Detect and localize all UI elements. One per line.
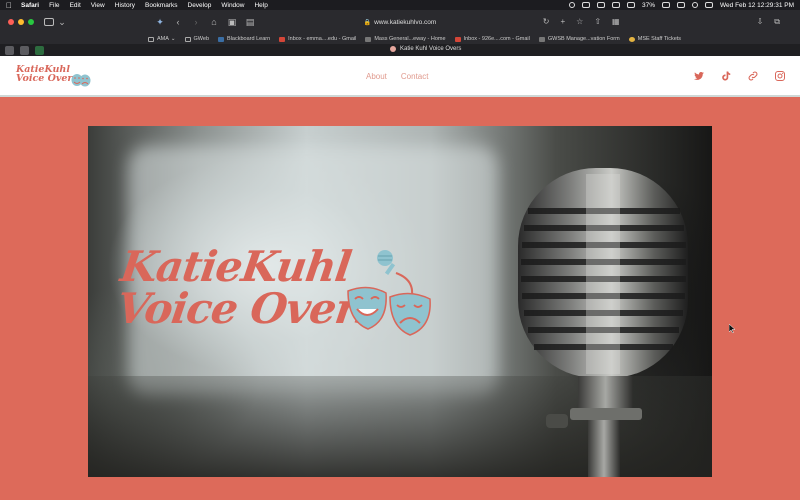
pinned-tab-3[interactable] xyxy=(35,45,44,55)
bookmark-mse-tickets[interactable]: MSE Staff Tickets xyxy=(628,36,681,42)
site-nav: About Contact xyxy=(366,72,428,81)
site-logo[interactable]: KatieKuhl Voice Overs xyxy=(16,65,96,91)
bluetooth-icon[interactable] xyxy=(627,2,636,8)
pinned-tab-2[interactable] xyxy=(20,45,29,55)
forward-button[interactable]: › xyxy=(191,17,201,27)
search-icon[interactable] xyxy=(692,2,699,8)
site-favicon-icon xyxy=(390,46,396,52)
downloads-icon[interactable]: ⇩ xyxy=(757,17,764,27)
theater-masks-microphone-icon xyxy=(347,250,431,336)
chevron-down-icon: ⌄ xyxy=(170,36,176,42)
active-tab-title: Katie Kuhl Voice Overs xyxy=(400,46,462,52)
display-icon[interactable] xyxy=(597,2,606,8)
menu-app-name[interactable]: Safari xyxy=(21,2,39,9)
bookmark-blackboard[interactable]: Blackboard Learn xyxy=(218,36,270,42)
theater-masks-icon xyxy=(71,74,91,87)
address-bar[interactable]: 🔒 www.katiekuhlvo.com xyxy=(305,16,495,28)
folder-icon xyxy=(148,36,154,42)
close-window-button[interactable] xyxy=(8,19,14,25)
nav-contact-link[interactable]: Contact xyxy=(401,72,429,81)
nav-about-link[interactable]: About xyxy=(366,72,387,81)
shield-icon[interactable]: ▦ xyxy=(612,17,620,27)
instagram-icon[interactable] xyxy=(774,70,786,82)
pinned-tab-1[interactable] xyxy=(5,45,14,55)
bookmark-gweb[interactable]: GWeb xyxy=(184,36,209,42)
extension-icon[interactable]: ✦ xyxy=(155,17,165,27)
reload-icon[interactable]: ↻ xyxy=(543,17,550,27)
link-icon[interactable] xyxy=(747,70,759,82)
mouse-cursor-icon xyxy=(729,324,735,333)
menu-clock[interactable]: Wed Feb 12 12:29:31 PM xyxy=(720,2,794,9)
menu-file[interactable]: File xyxy=(49,2,59,9)
chevron-down-icon[interactable]: ⌄ xyxy=(57,17,67,27)
macos-menu-bar:  Safari File Edit View History Bookmark… xyxy=(0,0,800,10)
tabs-icon[interactable]: ⧉ xyxy=(774,17,780,27)
menu-edit[interactable]: Edit xyxy=(70,2,81,9)
page-icon xyxy=(365,36,372,42)
bookmark-ama[interactable]: AMA ⌄ xyxy=(148,36,176,42)
back-button[interactable]: ‹ xyxy=(173,17,183,27)
status-area: 37% Wed Feb 12 12:29:31 PM xyxy=(569,2,794,9)
window-controls xyxy=(8,19,34,25)
gmail-icon xyxy=(454,36,461,42)
bookmark-gmail-2[interactable]: Inbox - 926e....com - Gmail xyxy=(454,36,530,42)
toolbar-right-buttons: ↻ + ☆ ⇧ ▦ ⇩ ⧉ xyxy=(543,17,780,27)
address-url: www.katiekuhlvo.com xyxy=(374,18,437,26)
menu-window[interactable]: Window xyxy=(221,2,244,9)
battery-icon[interactable] xyxy=(662,2,671,8)
home-icon[interactable]: ⌂ xyxy=(209,17,219,27)
twitter-icon[interactable] xyxy=(693,70,705,82)
fullscreen-window-button[interactable] xyxy=(28,19,34,25)
record-icon[interactable] xyxy=(569,2,576,8)
control-icon[interactable] xyxy=(612,2,621,8)
bookmark-gwsb[interactable]: GWSB Manage...vation Form xyxy=(538,36,620,42)
bookmark-gmail-1[interactable]: Inbox - emma....edu - Gmail xyxy=(279,36,356,42)
new-tab-icon[interactable]: + xyxy=(560,17,565,27)
share-icon[interactable]: ⇧ xyxy=(594,17,601,27)
smile-icon xyxy=(628,36,635,42)
tiktok-icon[interactable] xyxy=(720,70,732,82)
social-links xyxy=(693,70,786,82)
wifi-icon[interactable] xyxy=(677,2,686,8)
menu-history[interactable]: History xyxy=(115,2,135,9)
minimize-window-button[interactable] xyxy=(18,19,24,25)
active-tab[interactable]: Katie Kuhl Voice Overs xyxy=(390,46,461,52)
menu-develop[interactable]: Develop xyxy=(188,2,212,9)
menu-help[interactable]: Help xyxy=(254,2,267,9)
control-center-icon[interactable] xyxy=(705,2,714,8)
sidebar-toggle-icon[interactable] xyxy=(44,18,54,26)
folder-icon xyxy=(184,36,191,42)
reader-icon[interactable]: ▤ xyxy=(245,17,255,27)
safari-toolbar: ⌄ ✦ ‹ › ⌂ ▣ ▤ 🔒 www.katiekuhlvo.com ↻ + … xyxy=(0,10,800,34)
bookmark-mass-general[interactable]: Mass General...eway - Home xyxy=(365,36,446,42)
bookmarks-bar: AMA ⌄ GWeb Blackboard Learn Inbox - emma.… xyxy=(0,34,800,44)
blackboard-icon xyxy=(218,36,225,42)
menu-bookmarks[interactable]: Bookmarks xyxy=(145,2,178,9)
tab-overview-icon[interactable]: ▣ xyxy=(227,17,237,27)
battery-percent: 37% xyxy=(642,1,656,9)
gmail-icon xyxy=(279,36,286,42)
apple-menu-icon[interactable]:  xyxy=(6,1,12,10)
star-icon[interactable]: ☆ xyxy=(576,17,583,27)
lock-icon: 🔒 xyxy=(363,19,372,26)
headphones-icon[interactable] xyxy=(582,2,591,8)
site-header: KatieKuhl Voice Overs About Contact xyxy=(0,56,800,97)
menu-view[interactable]: View xyxy=(91,2,105,9)
tab-bar: Katie Kuhl Voice Overs xyxy=(0,44,800,56)
hero-banner: KatieKuhl Voice Overs xyxy=(88,126,712,477)
page-icon xyxy=(538,36,545,42)
